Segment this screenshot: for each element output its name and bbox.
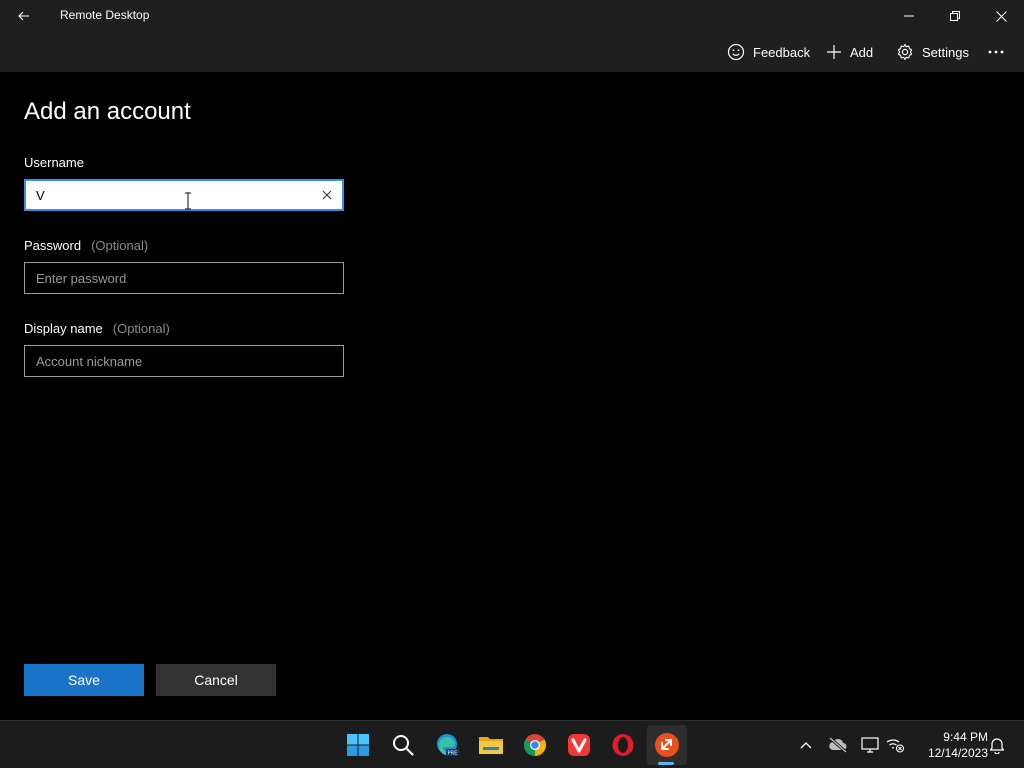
feedback-label: Feedback: [753, 44, 811, 60]
username-label-text: Username: [24, 155, 84, 170]
restore-icon: [950, 11, 960, 21]
display-icon: [861, 737, 879, 753]
text-cursor-icon: [185, 192, 191, 210]
show-hidden-icons-button[interactable]: [794, 733, 818, 757]
taskbar-chrome[interactable]: [515, 725, 555, 765]
minimize-button[interactable]: [886, 0, 932, 32]
search-icon: [393, 735, 414, 756]
opera-icon: [612, 734, 634, 756]
settings-button[interactable]: Settings: [896, 40, 969, 64]
network-disconnected-icon: [886, 739, 904, 753]
gear-icon: [897, 43, 913, 61]
taskbar-search-button[interactable]: [383, 725, 423, 765]
taskbar-remote-desktop[interactable]: [647, 725, 687, 765]
restore-button[interactable]: [932, 0, 978, 32]
feedback-button[interactable]: Feedback: [727, 40, 810, 64]
taskbar-edge-beta[interactable]: PRE: [427, 725, 467, 765]
close-icon: [995, 10, 1007, 22]
minimize-icon: [904, 15, 914, 17]
taskbar-file-explorer[interactable]: [471, 725, 511, 765]
page-title: Add an account: [24, 98, 191, 125]
start-button[interactable]: [338, 725, 378, 765]
password-field[interactable]: [24, 262, 344, 294]
display-name-optional-hint: (Optional): [112, 321, 170, 336]
more-options-button[interactable]: [986, 40, 1006, 64]
arrow-left-icon: [18, 11, 29, 21]
taskbar-vivaldi[interactable]: [559, 725, 599, 765]
clear-username-button[interactable]: [316, 185, 338, 205]
settings-label: Settings: [922, 44, 969, 60]
tray-network[interactable]: [883, 733, 907, 757]
chevron-up-icon: [800, 742, 812, 749]
add-button[interactable]: Add: [826, 40, 873, 64]
back-button[interactable]: [8, 0, 40, 32]
display-name-field[interactable]: [24, 345, 344, 377]
notifications-button[interactable]: [985, 733, 1009, 757]
taskbar-opera[interactable]: [603, 725, 643, 765]
vivaldi-icon: [568, 734, 590, 756]
title-bar: Remote Desktop: [0, 0, 1024, 32]
cancel-button[interactable]: Cancel: [156, 664, 276, 696]
remote-desktop-icon: [655, 733, 679, 757]
smiley-icon: [727, 43, 745, 61]
app-title: Remote Desktop: [60, 8, 150, 22]
bell-icon: [989, 738, 1005, 754]
password-label-text: Password: [24, 238, 82, 253]
svg-text:PRE: PRE: [448, 751, 458, 757]
username-label: Username: [24, 155, 84, 170]
active-app-indicator: [658, 762, 674, 765]
display-name-label: Display name (Optional): [24, 321, 170, 336]
system-clock[interactable]: 9:44 PM 12/14/2023: [912, 729, 988, 761]
password-label: Password (Optional): [24, 238, 148, 253]
display-name-input[interactable]: [25, 346, 343, 376]
taskbar: PRE 9:44 PM 12/14/2023: [0, 720, 1024, 768]
password-input[interactable]: [25, 263, 343, 293]
clock-time: 9:44 PM: [943, 730, 988, 744]
plus-icon: [827, 45, 841, 59]
more-horizontal-icon: [988, 50, 1004, 54]
windows-start-icon: [347, 734, 369, 756]
file-explorer-icon: [479, 737, 503, 754]
command-bar: Feedback Add Settings: [0, 32, 1024, 72]
tray-onedrive[interactable]: [826, 733, 850, 757]
close-button[interactable]: [978, 0, 1024, 32]
clear-icon: [322, 190, 332, 200]
chrome-icon: [524, 734, 546, 756]
save-button[interactable]: Save: [24, 664, 144, 696]
password-optional-hint: (Optional): [91, 238, 149, 253]
clock-date: 12/14/2023: [927, 746, 988, 760]
edge-beta-icon: PRE: [437, 734, 459, 757]
tray-display[interactable]: [858, 733, 882, 757]
cloud-off-icon: [829, 737, 847, 753]
display-name-label-text: Display name: [24, 321, 103, 336]
add-label: Add: [850, 44, 874, 60]
